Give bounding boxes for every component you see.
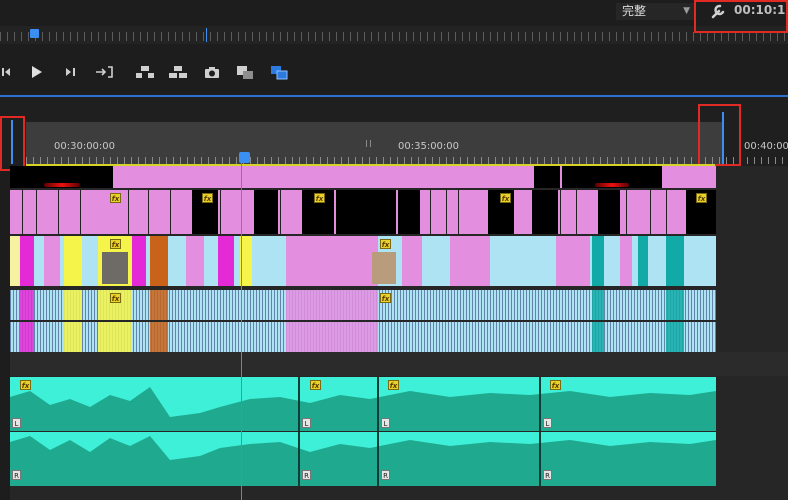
transport-controls <box>0 56 788 88</box>
ruler-timecode-1: 00:30:00:00 <box>54 141 116 152</box>
fx-badge: fx <box>380 293 391 303</box>
channel-label-right: R <box>12 470 21 480</box>
black-clip[interactable] <box>398 190 420 234</box>
channel-label-left: L <box>381 418 390 428</box>
clip-thumbnail <box>102 252 128 284</box>
channel-label-right: R <box>302 470 311 480</box>
video-track-v3[interactable] <box>10 166 716 188</box>
black-clip[interactable] <box>336 190 396 234</box>
clip-thumbnail <box>372 252 396 284</box>
channel-label-left: L <box>12 418 21 428</box>
fx-badge: fx <box>380 239 391 249</box>
fx-badge: fx <box>110 193 121 203</box>
channel-label-right: R <box>543 470 552 480</box>
music-track-left[interactable]: fx fx fx fx L L L L <box>10 377 716 431</box>
channel-label-left: L <box>302 418 311 428</box>
chevron-down-icon: ▼ <box>683 6 690 16</box>
lift-icon[interactable] <box>135 64 155 80</box>
fx-badge: fx <box>310 380 321 390</box>
audio-track-a1[interactable]: fx fx <box>10 290 716 320</box>
work-area-grip[interactable] <box>366 140 371 147</box>
go-to-out-icon[interactable] <box>94 64 116 80</box>
step-forward-icon[interactable] <box>62 64 80 80</box>
playback-resolution-value: 完整 <box>622 4 647 18</box>
video-track-v2[interactable]: fx fx fx fx fx <box>10 190 716 234</box>
camera-icon[interactable] <box>203 64 221 80</box>
fx-badge: fx <box>314 193 325 203</box>
fx-badge: fx <box>696 193 707 203</box>
monitor-playhead-marker[interactable] <box>30 29 39 38</box>
channel-label-right: R <box>381 470 390 480</box>
audio-track-a2[interactable] <box>10 322 716 352</box>
playhead-line <box>241 162 242 500</box>
audio-level-indicator <box>44 183 80 187</box>
fx-badge: fx <box>110 293 121 303</box>
fx-badge: fx <box>110 239 121 249</box>
music-track-right[interactable]: R R R R <box>10 432 716 486</box>
monitor-scrub-ticks <box>0 32 788 41</box>
waveform-right <box>10 436 716 486</box>
fx-badge: fx <box>388 380 399 390</box>
compare-icon[interactable] <box>236 64 254 80</box>
playback-resolution-select[interactable]: 完整 ▼ <box>616 3 694 20</box>
time-ruler-ticks <box>26 157 786 164</box>
black-clip[interactable] <box>598 190 620 234</box>
video-track-v1[interactable]: fx fx <box>10 236 716 286</box>
channel-label-left: L <box>543 418 552 428</box>
highlight-box-timecode <box>694 0 788 33</box>
black-clip[interactable] <box>532 190 558 234</box>
multicam-icon[interactable] <box>270 64 288 80</box>
fx-badge: fx <box>500 193 511 203</box>
highlight-box-in-point <box>0 116 25 171</box>
step-back-icon[interactable] <box>0 64 18 80</box>
fx-badge: fx <box>550 380 561 390</box>
fx-badge: fx <box>20 380 31 390</box>
black-clip[interactable] <box>254 190 278 234</box>
extract-icon[interactable] <box>168 64 188 80</box>
highlight-box-out-point <box>698 104 741 166</box>
audio-level-indicator <box>595 183 629 187</box>
black-clip[interactable] <box>534 166 560 188</box>
ruler-timecode-2: 00:35:00:00 <box>398 141 460 152</box>
waveform-left <box>10 387 716 431</box>
fx-badge: fx <box>202 193 213 203</box>
playhead-handle[interactable] <box>239 152 250 163</box>
play-icon[interactable] <box>28 64 46 80</box>
empty-track <box>10 352 788 376</box>
ruler-timecode-3: 00:40:00: <box>744 141 788 152</box>
monitor-out-marker <box>206 28 207 42</box>
